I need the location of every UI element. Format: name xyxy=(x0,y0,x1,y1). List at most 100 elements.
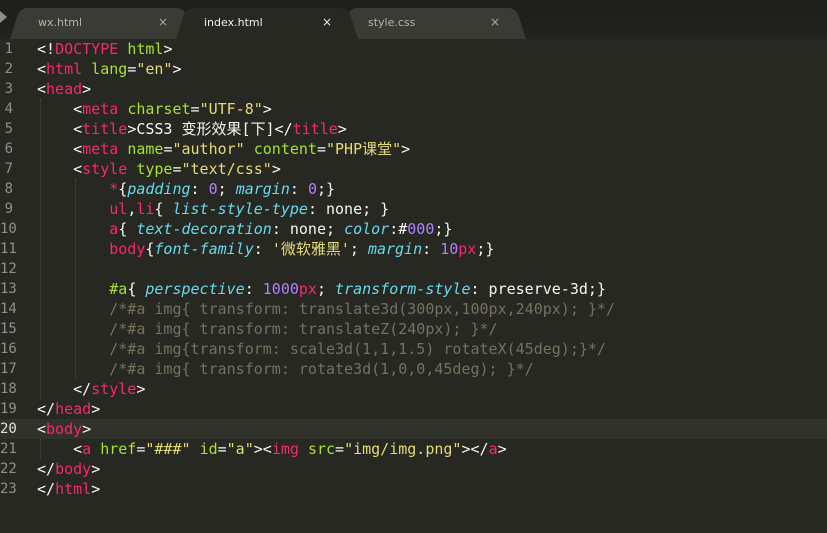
code-token: : xyxy=(253,240,272,258)
line-number: 2 xyxy=(4,61,13,77)
code-token: : xyxy=(422,240,441,258)
code-token: < xyxy=(37,140,83,158)
code-token: > xyxy=(497,440,507,458)
code-line[interactable]: 14 /*#a img{ transform: translate3d(300p… xyxy=(0,299,827,319)
code-token: < xyxy=(37,420,47,438)
close-icon[interactable]: × xyxy=(158,8,168,37)
code-token: < xyxy=(37,160,83,178)
tab-scroll-left-icon[interactable] xyxy=(0,11,7,23)
code-token: font-family xyxy=(154,240,254,258)
tab-style-css[interactable]: style.css × xyxy=(352,8,514,39)
line-number: 16 xyxy=(0,341,17,357)
code-token: head xyxy=(55,400,92,418)
code-text: /*#a img{transform: scale3d(1,1,1.5) rot… xyxy=(37,339,606,359)
line-number: 11 xyxy=(0,241,17,257)
code-token: > xyxy=(136,380,146,398)
code-token: html xyxy=(127,40,164,58)
code-token: charset xyxy=(127,100,191,118)
code-token: list-style-type xyxy=(172,200,308,218)
code-token: href xyxy=(100,440,137,458)
code-token: = xyxy=(127,60,137,78)
code-token: a xyxy=(488,440,498,458)
code-line[interactable]: 8 *{padding: 0; margin: 0;} xyxy=(0,179,827,199)
tab-wx-html[interactable]: wx.html × xyxy=(22,8,182,39)
code-line[interactable]: 16 /*#a img{transform: scale3d(1,1,1.5) … xyxy=(0,339,827,359)
code-line[interactable]: 5 <title>CSS3 变形效果[下]</title> xyxy=(0,119,827,139)
code-line[interactable]: 23 </html> xyxy=(0,479,827,499)
code-token: >< xyxy=(253,440,272,458)
code-token: : preserve-3d;} xyxy=(470,280,606,298)
code-line[interactable]: 11 body{font-family: '微软雅黑'; margin: 10p… xyxy=(0,239,827,259)
code-token: = xyxy=(316,140,326,158)
code-token: "en" xyxy=(136,60,173,78)
code-line[interactable]: 17 /*#a img{ transform: rotate3d(1,0,0,4… xyxy=(0,359,827,379)
code-line[interactable]: 19 </head> xyxy=(0,399,827,419)
line-number: 5 xyxy=(4,121,13,137)
code-line[interactable]: 2 <html lang="en"> xyxy=(0,59,827,79)
code-token: meta xyxy=(82,140,119,158)
code-token: "author" xyxy=(172,140,245,158)
code-token: { xyxy=(118,180,128,198)
code-token: ; xyxy=(316,280,336,298)
code-line[interactable]: 4 <meta charset="UTF-8"> xyxy=(0,99,827,119)
code-token: : xyxy=(190,180,209,198)
code-line[interactable]: 7 <style type="text/css"> xyxy=(0,159,827,179)
code-line[interactable]: 22 </body> xyxy=(0,459,827,479)
code-line[interactable]: 20 <body> xyxy=(0,419,827,439)
code-token: transform-style xyxy=(335,280,471,298)
code-token: > xyxy=(337,120,347,138)
code-token: ;} xyxy=(316,180,336,198)
code-token: > xyxy=(163,40,173,58)
code-line[interactable]: 10 a{ text-decoration: none; color:#000;… xyxy=(0,219,827,239)
code-line[interactable]: 3 <head> xyxy=(0,79,827,99)
code-token: head xyxy=(46,80,83,98)
code-line[interactable]: 15 /*#a img{ transform: translateZ(240px… xyxy=(0,319,827,339)
code-token: < xyxy=(37,60,47,78)
code-token: = xyxy=(190,100,200,118)
code-token: : none; xyxy=(271,220,345,238)
code-text: <body> xyxy=(37,419,91,439)
code-token: body xyxy=(46,420,83,438)
code-line[interactable]: 9 ul,li{ list-style-type: none; } xyxy=(0,199,827,219)
code-line[interactable]: 12 xyxy=(0,259,827,279)
code-token: = xyxy=(335,440,345,458)
code-token: '微软雅黑' xyxy=(271,240,350,258)
code-line[interactable]: 13 #a{ perspective: 1000px; transform-st… xyxy=(0,279,827,299)
line-number: 17 xyxy=(0,361,17,377)
tab-label: style.css xyxy=(368,16,416,29)
close-icon[interactable]: × xyxy=(322,8,332,37)
code-token: style xyxy=(91,380,137,398)
code-text: </html> xyxy=(37,479,100,499)
code-token: > xyxy=(82,420,92,438)
code-text: <style type="text/css"> xyxy=(37,159,281,179)
line-number: 3 xyxy=(4,81,13,97)
code-line[interactable]: 6 <meta name="author" content="PHP课堂"> xyxy=(0,139,827,159)
code-token: < xyxy=(37,80,47,98)
code-token: DOCTYPE xyxy=(55,40,119,58)
line-number: 8 xyxy=(4,181,13,197)
close-icon[interactable]: × xyxy=(490,8,500,37)
code-line[interactable]: 18 </style> xyxy=(0,379,827,399)
code-token: "img/img.png" xyxy=(344,440,462,458)
code-token: title xyxy=(292,120,338,138)
code-token: /*#a img{ transform: translate3d(300px,1… xyxy=(37,300,615,318)
code-token: = xyxy=(172,160,182,178)
code-token: padding xyxy=(127,180,191,198)
code-line[interactable]: 21 <a href="###" id="a"><img src="img/im… xyxy=(0,439,827,459)
code-token: >CSS3 变形效果[下]</ xyxy=(127,120,293,138)
code-token: <! xyxy=(37,40,56,58)
line-number: 10 xyxy=(0,221,17,237)
code-editor[interactable]: 1 <!DOCTYPE html> 2 <html lang="en"> 3 <head>… xyxy=(0,39,827,533)
tab-index-html[interactable]: index.html × xyxy=(188,8,346,39)
code-token: color xyxy=(344,220,390,238)
code-line[interactable]: 1 <!DOCTYPE html> xyxy=(0,39,827,59)
line-number: 20 xyxy=(0,421,17,437)
